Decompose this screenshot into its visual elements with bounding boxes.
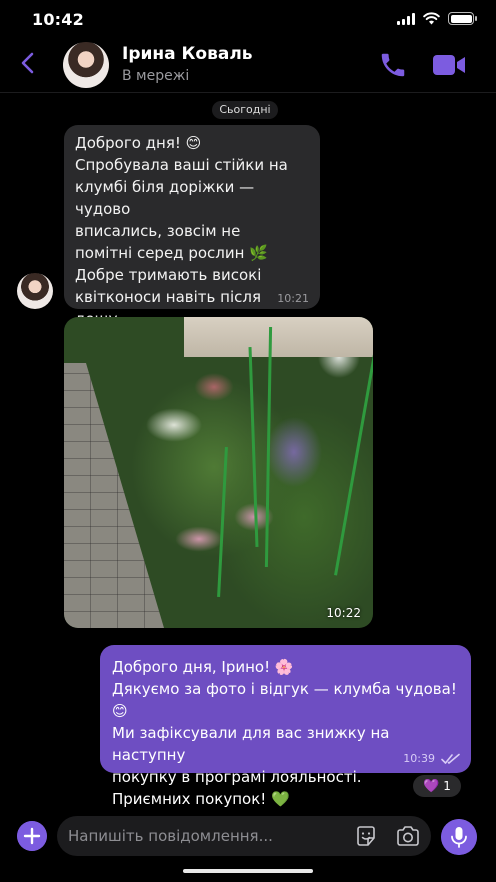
double-check-icon (441, 753, 460, 764)
contact-avatar[interactable] (63, 42, 109, 88)
home-indicator (183, 869, 313, 873)
signal-icon (397, 12, 415, 25)
video-icon[interactable] (432, 51, 466, 79)
outgoing-message-time: 10:39 (403, 752, 435, 765)
contact-status: В мережі (122, 68, 190, 84)
message-composer (57, 816, 431, 856)
plus-icon[interactable] (17, 821, 47, 851)
sender-avatar[interactable] (17, 273, 53, 309)
status-time: 10:42 (32, 10, 84, 29)
camera-icon[interactable] (396, 825, 420, 847)
message-reaction[interactable]: 💜 1 (413, 775, 461, 797)
incoming-message-bubble[interactable]: Доброго дня! 😊 Спробувала ваші стійки на… (64, 125, 320, 350)
photo-house-wall (184, 317, 373, 357)
incoming-photo-message[interactable]: 10:22 (64, 317, 373, 628)
outgoing-message-bubble[interactable]: Доброго дня, Ірино! 🌸 Дякуємо за фото і … (100, 645, 471, 808)
photo-message-time: 10:22 (326, 606, 361, 620)
photo-plant-stake (248, 347, 259, 547)
battery-icon (448, 12, 477, 25)
reaction-emoji: 💜 (423, 778, 440, 794)
back-icon[interactable] (14, 48, 44, 78)
photo-plant-stake (334, 348, 373, 576)
microphone-icon[interactable] (441, 819, 477, 855)
outgoing-message-text: Доброго дня, Ірино! 🌸 Дякуємо за фото і … (112, 658, 457, 808)
reaction-count: 1 (443, 779, 451, 793)
status-icons (397, 12, 477, 25)
incoming-message-time: 10:21 (277, 292, 309, 305)
photo-plant-stake (217, 447, 228, 597)
contact-name[interactable]: Ірина Коваль (122, 44, 253, 64)
sticker-icon[interactable] (355, 825, 377, 847)
wifi-icon (423, 12, 440, 25)
photo-plant-stake (264, 326, 273, 568)
outgoing-message-meta: 10:39 (403, 752, 461, 765)
message-input[interactable] (68, 816, 348, 856)
date-separator: Сьогодні (212, 101, 278, 119)
photo-paved-path (64, 363, 164, 628)
chat-header: Ірина Коваль В мережі (0, 38, 496, 92)
status-bar: 10:42 (0, 0, 496, 40)
header-divider (0, 92, 496, 93)
phone-icon[interactable] (378, 50, 408, 80)
